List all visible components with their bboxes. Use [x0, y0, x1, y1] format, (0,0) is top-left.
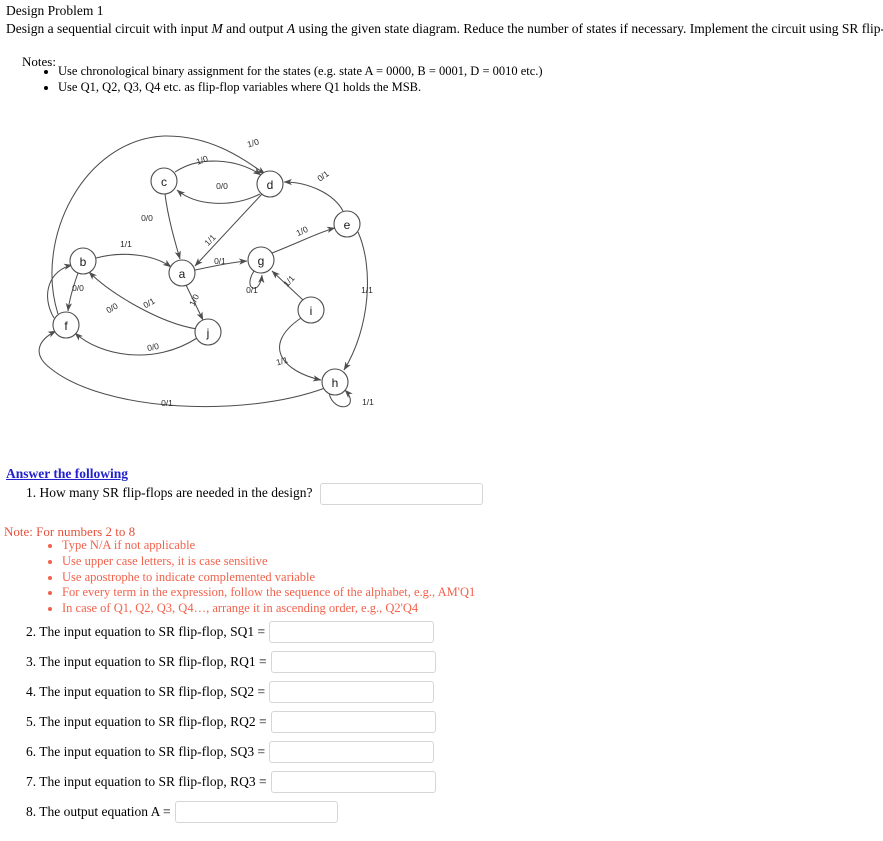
question-6-label: 6. The input equation to SR flip-flop, S… — [26, 744, 266, 759]
state-node-label: d — [267, 178, 274, 192]
question-8-label: 8. The output equation A = — [26, 804, 171, 819]
state-node-label: e — [344, 218, 351, 232]
statement-part-1: Design a sequential circuit with input — [6, 21, 212, 36]
edge-label-i-h: 1/1 — [275, 354, 289, 367]
question-1-label: 1. How many SR flip-flops are needed in … — [26, 485, 313, 501]
edge-label-j-f: 0/0 — [146, 341, 160, 353]
answer-input-5[interactable] — [270, 711, 436, 733]
edge-label-a-g: 0/1 — [214, 256, 226, 266]
edge-label-j-b: 0/1 — [141, 296, 156, 311]
answer-input-6[interactable] — [269, 741, 435, 763]
answer-input-3[interactable] — [270, 651, 436, 673]
state-node-label: j — [206, 326, 210, 340]
statement-part-3: using the given state diagram. Reduce th… — [295, 21, 883, 36]
answer-note-item: Type N/A if not applicable — [62, 538, 475, 553]
input-variable: M — [211, 21, 223, 36]
edge-label-c-a: 0/0 — [141, 213, 153, 223]
edge-label-d-c: 0/0 — [216, 181, 228, 191]
answer-section-heading: Answer the following — [6, 466, 129, 481]
question-7-row: 7. The input equation to SR flip-flop, R… — [26, 771, 436, 793]
question-7-label: 7. The input equation to SR flip-flop, R… — [26, 774, 267, 789]
answer-input-7[interactable] — [270, 771, 436, 793]
note-item: Use chronological binary assignment for … — [58, 64, 543, 79]
answer-input-1[interactable] — [319, 483, 483, 505]
worksheet-page: Design Problem 1 Design a sequential cir… — [0, 0, 883, 841]
statement-part-2: and output — [222, 21, 287, 36]
state-node-label: a — [179, 267, 186, 281]
state-node-label: b — [80, 255, 87, 269]
edge-label-g-g: 0/1 — [246, 285, 258, 295]
edge-label-e-d: 0/1 — [315, 168, 331, 183]
answer-input-8[interactable] — [174, 801, 338, 823]
answer-input-2[interactable] — [269, 621, 435, 643]
answer-note-item: For every term in the expression, follow… — [62, 585, 475, 600]
answer-note-item: In case of Q1, Q2, Q3, Q4…, arrange it i… — [62, 601, 475, 616]
question-5-row: 5. The input equation to SR flip-flop, R… — [26, 711, 436, 733]
problem-statement: Design a sequential circuit with input M… — [6, 20, 883, 37]
answer-input-4[interactable] — [269, 681, 435, 703]
edge-label-b-f: 0/0 — [72, 283, 84, 293]
state-node-label: g — [258, 254, 265, 268]
question-2-row: 2. The input equation to SR flip-flop, S… — [26, 621, 435, 643]
edge-e-d — [283, 178, 344, 212]
question-5-label: 5. The input equation to SR flip-flop, R… — [26, 714, 267, 729]
state-node-label: h — [332, 376, 339, 390]
edge-j-f — [74, 332, 198, 356]
answer-notes-list: Type N/A if not applicable Use upper cas… — [38, 538, 475, 617]
edge-label-h-h: 1/1 — [362, 397, 374, 407]
edge-label-g-e: 1/0 — [295, 224, 310, 238]
state-node-label: i — [310, 304, 313, 318]
question-1-row: 1. How many SR flip-flops are needed in … — [26, 483, 483, 505]
edge-c-a — [164, 193, 181, 260]
edge-label-a-j: 1/0 — [187, 292, 201, 307]
edge-label-d-a: 1/1 — [202, 232, 218, 248]
question-2-label: 2. The input equation to SR flip-flop, S… — [26, 624, 266, 639]
question-4-row: 4. The input equation to SR flip-flop, S… — [26, 681, 435, 703]
edge-label-f-b: 0/0 — [104, 301, 119, 316]
question-8-row: 8. The output equation A = — [26, 801, 338, 823]
answer-note-item: Use apostrophe to indicate complemented … — [62, 570, 475, 585]
state-node-label: c — [161, 175, 167, 189]
edge-d-c — [176, 189, 261, 204]
question-4-label: 4. The input equation to SR flip-flop, S… — [26, 684, 266, 699]
diagram-edge-labels: 1/0 1/0 0/0 0/1 0/0 1/1 1/1 0/1 1/0 0/1 … — [72, 136, 374, 408]
edge-e-h — [343, 231, 368, 371]
edge-h-f — [38, 330, 326, 408]
edge-label-b-a: 1/1 — [120, 239, 132, 249]
answer-note-item: Use upper case letters, it is case sensi… — [62, 554, 475, 569]
output-variable: A — [286, 21, 296, 36]
edge-label-i-g: 1/1 — [281, 273, 297, 289]
edge-label-f-d: 1/0 — [246, 136, 260, 149]
edge-i-h — [279, 317, 322, 382]
page-title: Design Problem 1 — [6, 3, 104, 18]
edge-b-a — [95, 253, 172, 268]
notes-list: Use chronological binary assignment for … — [36, 64, 543, 96]
question-3-label: 3. The input equation to SR flip-flop, R… — [26, 654, 267, 669]
edge-label-e-h: 1/1 — [361, 285, 373, 295]
question-6-row: 6. The input equation to SR flip-flop, S… — [26, 741, 435, 763]
note-item: Use Q1, Q2, Q3, Q4 etc. as flip-flop var… — [58, 80, 543, 95]
state-diagram: a b c d e f g h i j 1/0 1/0 0/0 0/1 0/0 … — [14, 118, 414, 428]
edge-label-c-d: 1/0 — [195, 153, 210, 167]
edge-label-h-f: 0/1 — [161, 398, 173, 408]
question-3-row: 3. The input equation to SR flip-flop, R… — [26, 651, 436, 673]
